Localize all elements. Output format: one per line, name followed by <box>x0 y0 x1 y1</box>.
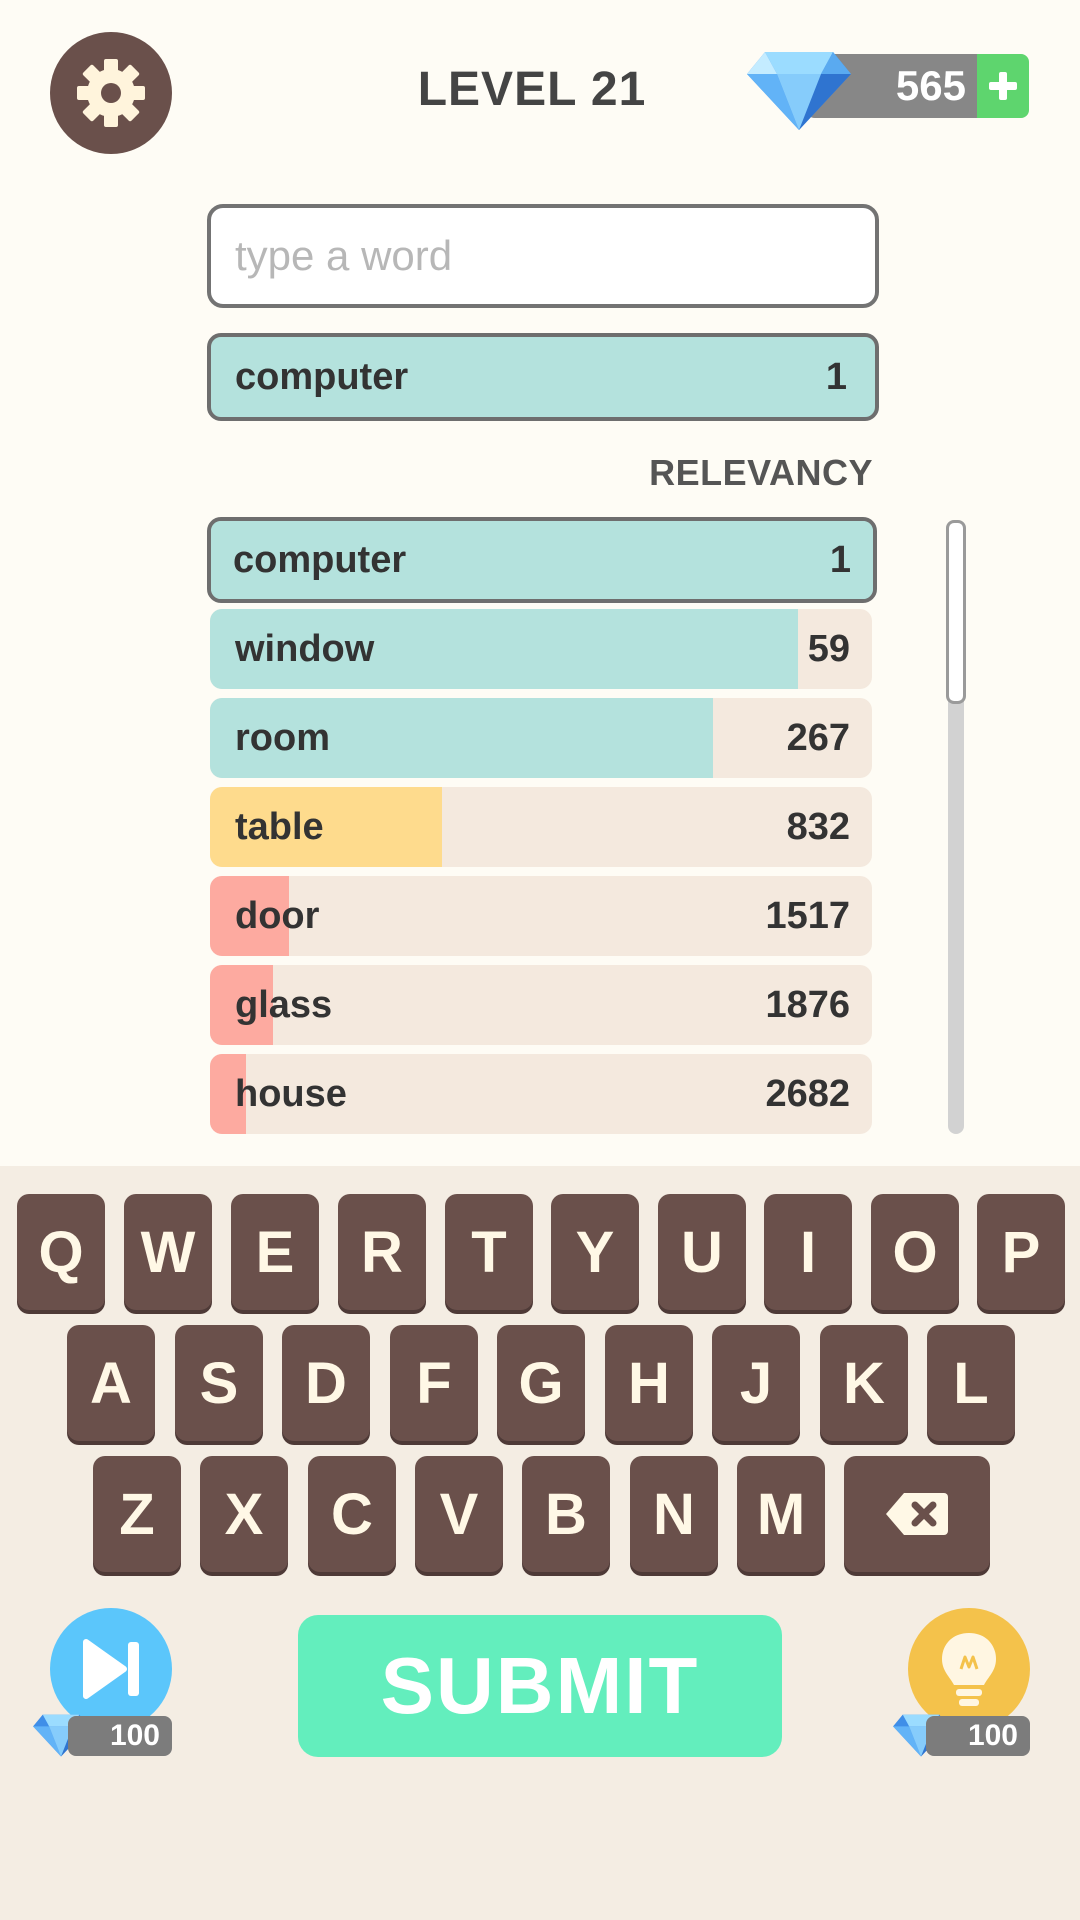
guess-rank: 1517 <box>765 895 850 937</box>
plus-icon <box>989 72 1017 100</box>
guess-word: glass <box>235 984 333 1026</box>
key-b[interactable]: B <box>522 1456 610 1572</box>
word-input[interactable] <box>207 204 879 308</box>
key-s[interactable]: S <box>175 1325 263 1441</box>
key-t[interactable]: T <box>445 1194 533 1310</box>
key-k[interactable]: K <box>820 1325 908 1441</box>
gear-icon <box>77 59 145 127</box>
diamond-icon <box>747 52 851 130</box>
gem-counter: 565 <box>745 48 1030 130</box>
key-i[interactable]: I <box>764 1194 852 1310</box>
key-z[interactable]: Z <box>93 1456 181 1572</box>
guess-word: table <box>235 806 324 848</box>
guess-rank: 1 <box>829 539 851 581</box>
lightbulb-icon <box>942 1633 996 1706</box>
guess-rank: 267 <box>786 717 850 759</box>
key-p[interactable]: P <box>977 1194 1065 1310</box>
last-guess-row: computer 1 <box>207 333 879 421</box>
guess-word: window <box>235 628 375 670</box>
last-guess-rank: 1 <box>825 355 847 398</box>
settings-button[interactable] <box>50 32 172 154</box>
key-q[interactable]: Q <box>17 1194 105 1310</box>
key-l[interactable]: L <box>927 1325 1015 1441</box>
guess-rank: 832 <box>786 806 850 848</box>
key-w[interactable]: W <box>124 1194 212 1310</box>
guess-word: door <box>235 895 320 937</box>
skip-forward-icon <box>83 1639 139 1699</box>
key-a[interactable]: A <box>67 1325 155 1441</box>
key-h[interactable]: H <box>605 1325 693 1441</box>
guess-rank: 1876 <box>765 984 850 1026</box>
hint-cost-badge: 100 <box>926 1716 1030 1756</box>
key-v[interactable]: V <box>415 1456 503 1572</box>
level-title: LEVEL 21 <box>417 63 647 116</box>
key-x[interactable]: X <box>200 1456 288 1572</box>
guess-row: house 2682 <box>210 1054 872 1134</box>
key-f[interactable]: F <box>390 1325 478 1441</box>
guess-row: glass 1876 <box>210 965 872 1045</box>
guess-word: computer <box>233 539 407 581</box>
guess-row: room 267 <box>210 698 872 778</box>
key-c[interactable]: C <box>308 1456 396 1572</box>
guess-row: door 1517 <box>210 876 872 956</box>
key-backspace[interactable] <box>844 1456 990 1572</box>
guess-rank: 2682 <box>765 1073 850 1115</box>
key-e[interactable]: E <box>231 1194 319 1310</box>
key-o[interactable]: O <box>871 1194 959 1310</box>
key-u[interactable]: U <box>658 1194 746 1310</box>
key-d[interactable]: D <box>282 1325 370 1441</box>
scrollbar-thumb[interactable] <box>946 520 966 704</box>
backspace-icon <box>886 1493 948 1535</box>
key-y[interactable]: Y <box>551 1194 639 1310</box>
key-g[interactable]: G <box>497 1325 585 1441</box>
guess-word: house <box>235 1073 347 1115</box>
relevancy-header: RELEVANCY <box>649 452 873 493</box>
key-j[interactable]: J <box>712 1325 800 1441</box>
key-n[interactable]: N <box>630 1456 718 1572</box>
guess-row: table 832 <box>210 787 872 867</box>
guess-row: computer 1 <box>207 517 877 603</box>
key-r[interactable]: R <box>338 1194 426 1310</box>
guess-word: room <box>235 717 330 759</box>
key-m[interactable]: M <box>737 1456 825 1572</box>
last-guess-word: computer <box>235 355 409 398</box>
guess-row: window 59 <box>210 609 872 689</box>
guess-rank: 59 <box>807 628 850 670</box>
submit-button[interactable]: SUBMIT <box>298 1615 782 1757</box>
skip-cost-badge: 100 <box>68 1716 172 1756</box>
buy-gems-button[interactable] <box>977 54 1029 118</box>
